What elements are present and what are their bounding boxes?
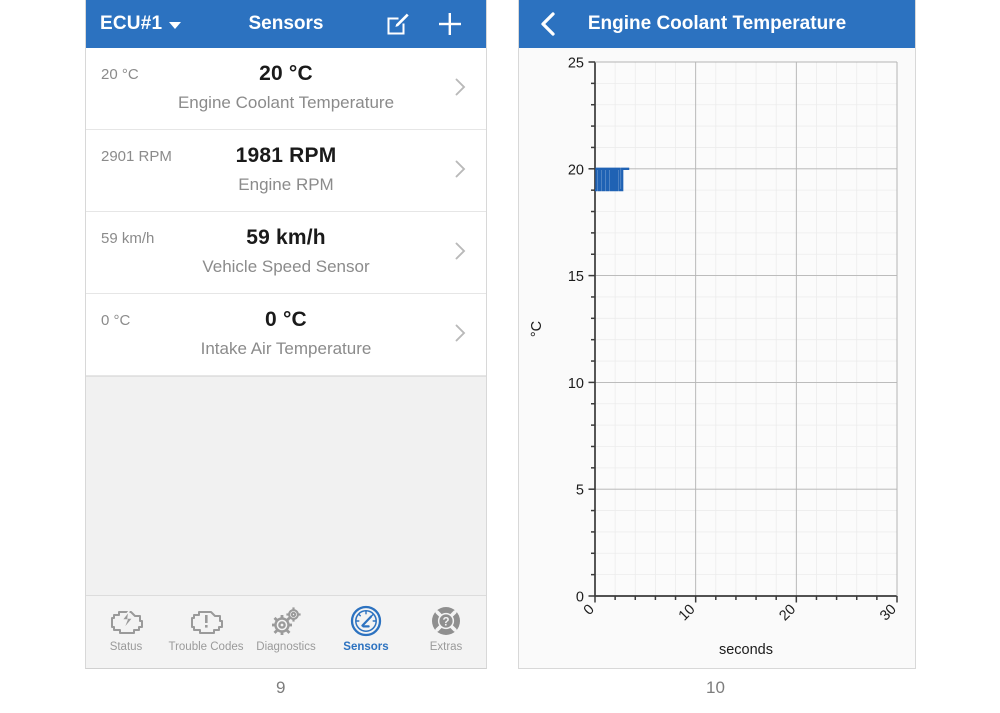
right-navbar: Engine Coolant Temperature: [519, 0, 915, 48]
tab-status[interactable]: Status: [86, 596, 166, 653]
gauge-icon: [350, 604, 382, 638]
sensor-name: Engine Coolant Temperature: [177, 93, 395, 112]
right-navbar-title: Engine Coolant Temperature: [587, 13, 847, 34]
svg-text:20: 20: [776, 602, 799, 625]
chevron-right-icon: [455, 78, 466, 96]
tab-diagnostics[interactable]: Diagnostics: [246, 596, 326, 653]
bottom-tab-bar: Status Trouble Codes Diagnostics Sensors…: [86, 595, 486, 668]
engine-warning-icon: [187, 604, 225, 638]
chevron-down-icon: [169, 22, 182, 29]
table-row[interactable]: 0 °C 0 °C Intake Air Temperature: [86, 294, 486, 376]
chart-canvas: 0 5 10 15 20 25 0 10 20 30 seconds °C: [529, 56, 900, 659]
tab-trouble-codes[interactable]: Trouble Codes: [166, 596, 246, 653]
tab-label: Status: [109, 641, 143, 653]
sensor-name: Vehicle Speed Sensor: [202, 257, 370, 276]
gears-icon: [269, 604, 303, 638]
ecu-selector[interactable]: ECU#1: [86, 13, 182, 35]
page-number-left: 9: [276, 678, 286, 697]
tab-label: Diagnostics: [256, 641, 316, 653]
svg-text:5: 5: [576, 483, 584, 499]
page-number-right: 10: [706, 678, 725, 697]
tab-label: Extras: [429, 641, 463, 653]
svg-text:0: 0: [581, 602, 598, 619]
plus-icon[interactable]: [436, 10, 464, 38]
chevron-right-icon: [455, 242, 466, 260]
phone-screenshot-right: Engine Coolant Temperature 0 5 10 15 20 25 0 10…: [518, 0, 916, 669]
svg-text:?: ?: [442, 617, 449, 629]
left-navbar: ECU#1 Sensors: [86, 0, 486, 48]
tab-label: Trouble Codes: [168, 641, 244, 653]
sensor-current-value: 0 °C: [265, 308, 307, 331]
life-ring-question-icon: ?: [430, 604, 462, 638]
figure-root: ECU#1 Sensors 20 °C 20 °C Engine Coolant…: [0, 0, 1000, 713]
svg-text:10: 10: [568, 376, 584, 392]
empty-list-area: [86, 376, 486, 597]
svg-text:15: 15: [568, 269, 584, 285]
ecu-label: ECU#1: [100, 13, 163, 34]
svg-text:seconds: seconds: [719, 642, 773, 658]
sensor-current-value: 59 km/h: [246, 226, 326, 249]
tab-label: Sensors: [343, 641, 389, 653]
chevron-right-icon: [455, 324, 466, 342]
svg-text:30: 30: [877, 602, 900, 625]
tab-sensors[interactable]: Sensors: [326, 596, 406, 653]
svg-text:0: 0: [576, 590, 584, 606]
sensor-current-value: 20 °C: [259, 62, 313, 85]
phone-screenshot-left: ECU#1 Sensors 20 °C 20 °C Engine Coolant…: [85, 0, 487, 669]
back-chevron-icon[interactable]: [537, 11, 559, 37]
sensor-name: Intake Air Temperature: [200, 339, 372, 358]
table-row[interactable]: 20 °C 20 °C Engine Coolant Temperature: [86, 48, 486, 130]
sensor-chart: 0 5 10 15 20 25 0 10 20 30 seconds °C: [519, 48, 915, 668]
edit-square-pencil-icon[interactable]: [384, 11, 410, 37]
table-row[interactable]: 2901 RPM 1981 RPM Engine RPM: [86, 130, 486, 212]
svg-text:10: 10: [676, 602, 699, 625]
sensor-name: Engine RPM: [238, 175, 334, 194]
sensor-current-value: 1981 RPM: [235, 144, 337, 167]
tab-extras[interactable]: ? Extras: [406, 596, 486, 653]
table-row[interactable]: 59 km/h 59 km/h Vehicle Speed Sensor: [86, 212, 486, 294]
sensor-list: 20 °C 20 °C Engine Coolant Temperature 2…: [86, 48, 486, 597]
svg-text:20: 20: [568, 162, 584, 178]
engine-lightning-icon: [107, 604, 145, 638]
svg-text:25: 25: [568, 56, 584, 72]
left-navbar-actions: [384, 10, 486, 38]
svg-text:°C: °C: [529, 321, 545, 337]
chevron-right-icon: [455, 160, 466, 178]
